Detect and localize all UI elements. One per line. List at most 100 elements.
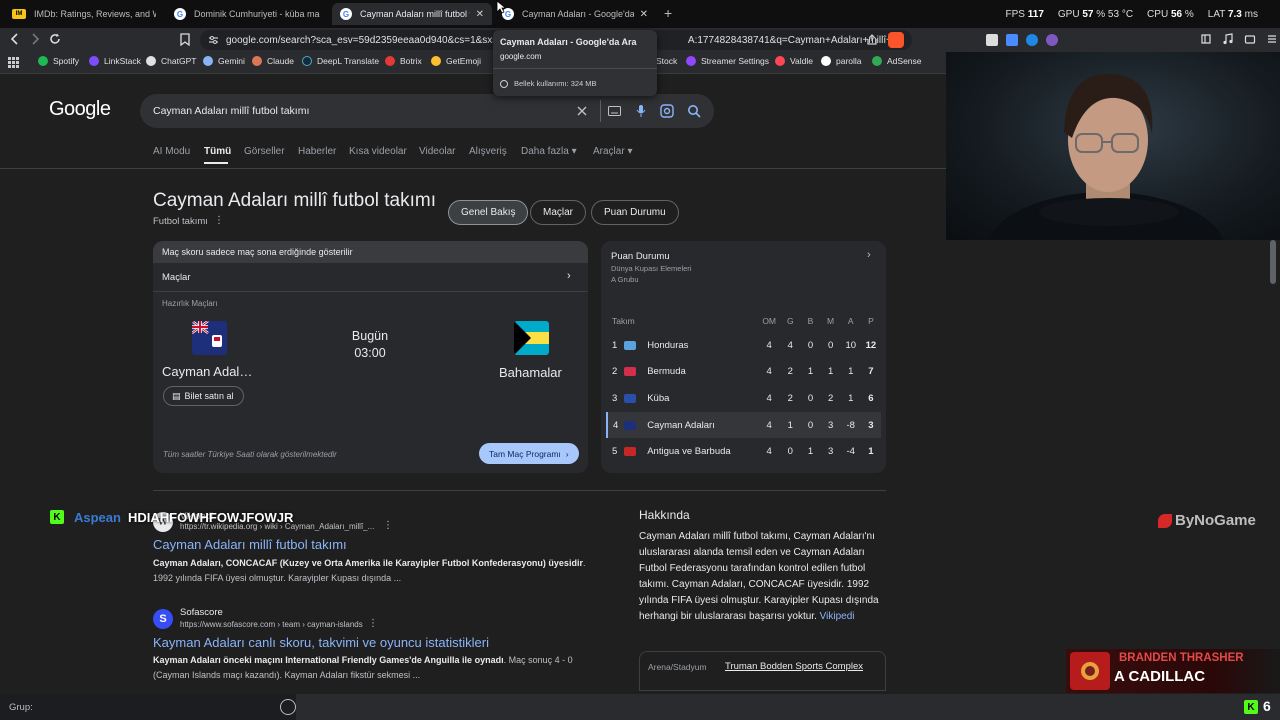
result-url[interactable]: https://www.sofascore.com › team › cayma…	[180, 620, 363, 629]
spotify-icon	[38, 56, 48, 66]
bookmark-claude[interactable]: Claude	[252, 56, 294, 66]
bookmark-gemini[interactable]: Gemini	[203, 56, 245, 66]
microphone-icon[interactable]	[636, 104, 646, 118]
clear-icon[interactable]	[576, 105, 588, 117]
chat-message: HDIAHFOWHFOWJFOWJR	[128, 510, 294, 525]
snippet-bold: Kayman Adaları önceki maçını Internation…	[153, 655, 504, 665]
bookmark-spotify[interactable]: Spotify	[38, 56, 79, 66]
bookmark-chatgpt[interactable]: ChatGPT	[146, 56, 196, 66]
more-options-icon[interactable]: ⋮	[383, 520, 393, 531]
matches-link[interactable]: Maçlar ›	[153, 263, 588, 291]
site-settings-icon[interactable]	[208, 35, 219, 45]
back-icon[interactable]	[8, 32, 22, 46]
column-header: B	[807, 316, 814, 326]
about-source-link[interactable]: Vikipedi	[820, 611, 855, 622]
bookmark-icon[interactable]	[180, 33, 190, 46]
bookmark-botrix[interactable]: Botrix	[385, 56, 422, 66]
table-row[interactable]: 1 Honduras 4 4 0 0 10 12	[607, 332, 881, 359]
tab-news[interactable]: Haberler	[298, 146, 336, 157]
away-team[interactable]: Bahamalar	[499, 365, 562, 380]
search-icon[interactable]	[687, 104, 701, 118]
buy-ticket-button[interactable]: ▤ Bilet satın al	[163, 386, 244, 406]
lost: 0	[827, 339, 834, 351]
bookmark-valdle[interactable]: Valdle	[775, 56, 813, 66]
tab-more[interactable]: Daha fazla ▾	[521, 146, 577, 157]
result-snippet: Kayman Adaları önceki maçını Internation…	[153, 653, 588, 683]
tab-tools[interactable]: Araçlar ▾	[593, 146, 633, 157]
perf-overlay: FPS 117 GPU 57 % 53 °C CPU 56 % LAT 7.3 …	[1006, 0, 1280, 28]
tab-title: Dominik Cumhuriyeti - küba maç - G	[194, 9, 320, 19]
goal-diff: -4	[846, 446, 855, 458]
adsense-icon	[872, 56, 882, 66]
streamer-settings-icon	[686, 56, 696, 66]
chevron-right-icon[interactable]: ›	[867, 249, 871, 261]
search-box[interactable]: Cayman Adaları millî futbol takımı	[140, 94, 714, 128]
reload-icon[interactable]	[48, 32, 62, 46]
mouse-cursor-icon	[496, 0, 506, 14]
music-icon[interactable]	[1222, 33, 1234, 45]
emote-icon[interactable]	[280, 699, 296, 715]
tab-dominik[interactable]: G Dominik Cumhuriyeti - küba maç - G	[166, 3, 328, 25]
table-row[interactable]: 5 Antigua ve Barbuda 4 0 1 3 -4 1	[607, 438, 881, 465]
chip-standings[interactable]: Puan Durumu	[591, 200, 679, 225]
reading-list-icon[interactable]	[1200, 33, 1212, 45]
tab-images[interactable]: Görseller	[244, 146, 285, 157]
table-row[interactable]: 2 Bermuda 421117	[607, 359, 881, 386]
tab-ai-mode[interactable]: AI Modu	[153, 146, 190, 157]
google-logo[interactable]: Google	[49, 98, 111, 121]
tab-shopping[interactable]: Alışveriş	[469, 146, 507, 157]
result-title[interactable]: Cayman Adaları millî futbol takımı	[153, 537, 347, 552]
share-icon[interactable]	[866, 34, 878, 46]
played: 4	[766, 392, 772, 404]
result-title[interactable]: Kayman Adaları canlı skoru, takvimi ve o…	[153, 635, 489, 650]
matches-link-label: Maçlar	[162, 272, 191, 283]
new-tab-button[interactable]: +	[664, 5, 672, 21]
chat-username: Aspean	[74, 510, 121, 525]
tab-imdb[interactable]: IM IMDb: Ratings, Reviews, and Where t	[4, 3, 164, 25]
full-schedule-button[interactable]: Tam Maç Programı ›	[479, 443, 579, 464]
full-schedule-label: Tam Maç Programı	[489, 448, 561, 459]
more-options-icon[interactable]: ⋮	[214, 215, 224, 226]
donor-name: BRANDEN THRASHER	[1119, 652, 1244, 664]
table-row[interactable]: 3 Küba 420216	[607, 385, 881, 412]
wallet-icon[interactable]	[1244, 33, 1256, 45]
keyboard-icon[interactable]	[608, 106, 621, 116]
menu-icon[interactable]	[1266, 33, 1278, 45]
points: 7	[868, 366, 874, 378]
stadium-value[interactable]: Truman Bodden Sports Complex	[725, 661, 863, 672]
chat-input-bar: Grup: K 6	[0, 694, 1280, 720]
search-input[interactable]: Cayman Adaları millî futbol takımı	[153, 105, 309, 117]
bookmark-adsense[interactable]: AdSense	[872, 56, 922, 66]
scrollbar-thumb[interactable]	[1270, 240, 1276, 284]
chip-overview[interactable]: Genel Bakış	[448, 200, 529, 225]
chat-input[interactable]: Grup:	[0, 694, 296, 720]
lens-icon[interactable]	[660, 104, 674, 118]
tab-all[interactable]: Tümü	[204, 146, 231, 157]
tab-short-videos[interactable]: Kısa videolar	[349, 146, 407, 157]
standings-title[interactable]: Puan Durumu	[611, 251, 670, 262]
chip-matches[interactable]: Maçlar	[530, 200, 587, 225]
home-team[interactable]: Cayman Adal…	[162, 364, 252, 379]
bookmark-getemoji[interactable]: GetEmoji	[431, 56, 481, 66]
extension-icon[interactable]	[986, 34, 998, 46]
close-tab-icon[interactable]: ✕	[640, 9, 648, 20]
bookmark-parolla[interactable]: parolla	[821, 56, 862, 66]
close-tab-icon[interactable]: ✕	[476, 9, 484, 20]
bookmark-stock[interactable]: Stock	[656, 56, 677, 66]
divider	[153, 291, 588, 292]
bookmark-streamer-settings[interactable]: Streamer Settings	[686, 56, 769, 66]
more-options-icon[interactable]: ⋮	[368, 618, 378, 629]
brave-shield-icon[interactable]	[888, 32, 904, 48]
bookmark-deepl[interactable]: DeepL Translate	[302, 56, 379, 66]
tab-cayman[interactable]: G Cayman Adaları millî futbol takımı ✕	[332, 3, 492, 25]
translate-extension-icon[interactable]	[1006, 34, 1018, 46]
tab-search[interactable]: G Cayman Adaları - Google'da Ara ✕	[494, 3, 656, 25]
apps-grid-icon[interactable]	[8, 57, 19, 68]
tab-videos[interactable]: Videolar	[419, 146, 456, 157]
bookmark-linkstack[interactable]: LinkStack	[89, 56, 141, 66]
forward-icon[interactable]	[28, 32, 42, 46]
table-row-highlighted[interactable]: 4 Cayman Adaları 4 1 0 3 -8 3	[605, 411, 881, 439]
extension-icon[interactable]	[1026, 34, 1038, 46]
team-name: Bermuda	[647, 366, 686, 378]
extension-icon[interactable]	[1046, 34, 1058, 46]
